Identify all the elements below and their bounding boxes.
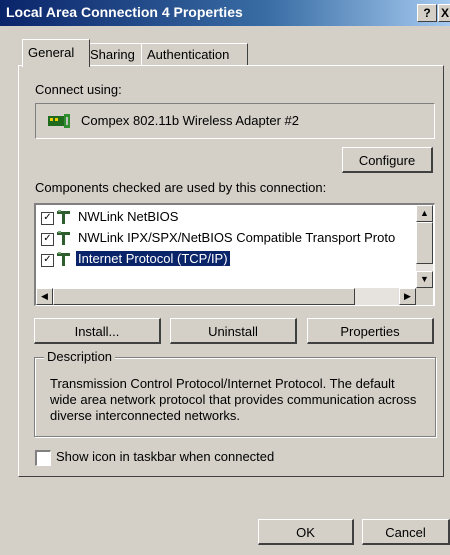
close-button[interactable]: X bbox=[438, 4, 450, 22]
tab-general[interactable]: General bbox=[22, 39, 90, 67]
cancel-button[interactable]: Cancel bbox=[362, 519, 450, 545]
ok-button[interactable]: OK bbox=[258, 519, 354, 545]
general-tab-panel bbox=[18, 65, 444, 477]
window-title: Local Area Connection 4 Properties bbox=[6, 4, 243, 20]
help-button[interactable]: ? bbox=[417, 4, 437, 22]
title-bar[interactable]: Local Area Connection 4 Properties ? X bbox=[0, 0, 450, 26]
tab-authentication[interactable]: Authentication bbox=[141, 43, 248, 66]
